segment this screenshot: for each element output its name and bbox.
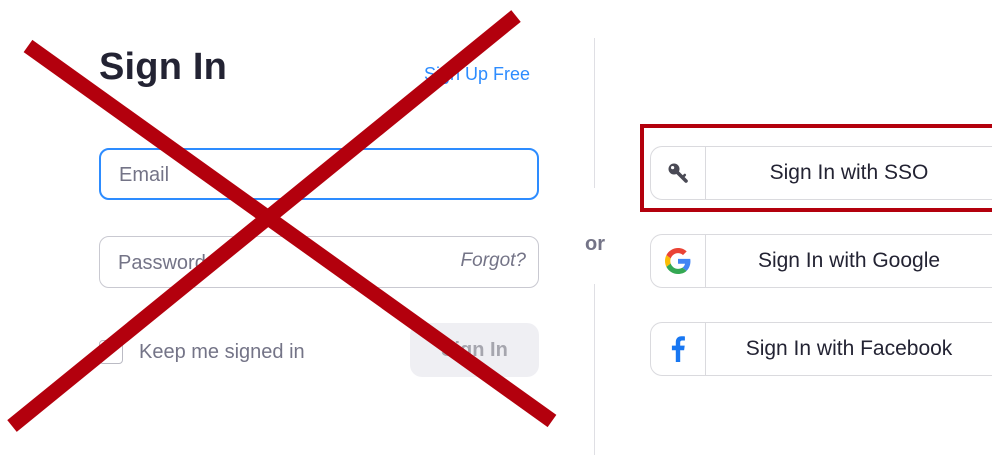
- sign-in-button[interactable]: Sign In: [410, 323, 539, 377]
- forgot-password-link[interactable]: Forgot?: [461, 250, 526, 272]
- email-field-container: [99, 148, 539, 200]
- keep-signed-in-row: Keep me signed in: [99, 338, 305, 366]
- or-separator: or: [585, 233, 605, 255]
- sign-in-sso-button[interactable]: Sign In with SSO: [650, 146, 992, 200]
- sso-button-label: Sign In with SSO: [769, 161, 929, 184]
- facebook-button-label: Sign In with Facebook: [745, 337, 953, 360]
- keep-signed-in-checkbox[interactable]: [99, 340, 123, 364]
- keep-signed-in-label: Keep me signed in: [139, 340, 305, 363]
- password-input[interactable]: [116, 237, 460, 289]
- google-icon-cell: [651, 235, 706, 287]
- google-button-label: Sign In with Google: [757, 249, 941, 272]
- facebook-icon-cell: [651, 323, 706, 375]
- facebook-icon: [671, 336, 685, 362]
- page-title: Sign In: [99, 46, 228, 88]
- sso-icon-cell: [651, 147, 706, 199]
- password-field-container: Forgot?: [99, 236, 539, 289]
- key-icon: [668, 163, 688, 183]
- email-input[interactable]: [117, 150, 461, 200]
- google-icon: [665, 248, 691, 274]
- sign-in-google-button[interactable]: Sign In with Google: [650, 234, 992, 288]
- vertical-divider-top: [594, 38, 595, 188]
- vertical-divider-bottom: [594, 284, 595, 455]
- sign-up-free-link[interactable]: Sign Up Free: [424, 64, 530, 85]
- sign-in-facebook-button[interactable]: Sign In with Facebook: [650, 322, 992, 376]
